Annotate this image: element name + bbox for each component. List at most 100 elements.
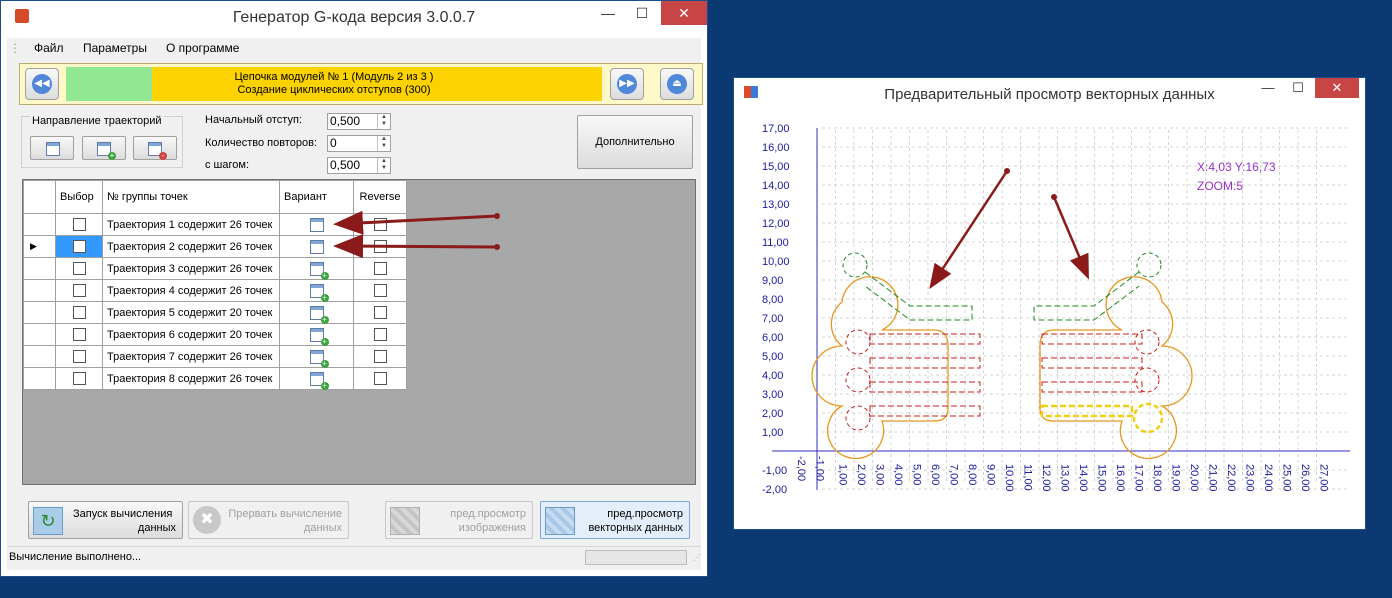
x-tick-label: 19,00	[1170, 464, 1182, 492]
preview-close-button[interactable]: ✕	[1315, 78, 1359, 98]
status-text: Вычисление выполнено...	[9, 551, 142, 563]
row-header[interactable]	[23, 323, 56, 346]
menu-file[interactable]: Файл	[34, 41, 64, 55]
preview-minimize-button[interactable]: —	[1253, 78, 1283, 100]
variant-cell[interactable]: +	[279, 301, 354, 324]
reverse-cell[interactable]	[353, 301, 407, 324]
calendar-add-icon[interactable]: +	[309, 349, 329, 368]
select-cell[interactable]	[55, 301, 103, 324]
abort-calc-button[interactable]: ✖ Прервать вычисление данных	[188, 501, 349, 539]
main-title-bar: Генератор G-кода версия 3.0.0.7 — ☐ ✕	[1, 1, 707, 34]
variant-cell[interactable]: +	[279, 323, 354, 346]
abort-calc-label-1: Прервать вычисление	[228, 508, 342, 520]
reverse-checkbox[interactable]	[373, 328, 387, 341]
x-tick-label: 2,00	[855, 464, 867, 485]
plus-badge-icon: +	[320, 336, 329, 346]
x-tick-label: 14,00	[1077, 464, 1089, 492]
cursor-coords: X:4,03 Y:16,73	[1197, 160, 1276, 174]
right-top-circle	[1136, 252, 1162, 278]
x-tick-label: 11,00	[1022, 464, 1034, 491]
reverse-cell[interactable]	[353, 323, 407, 346]
plus-badge-icon: +	[320, 314, 329, 324]
row-header[interactable]	[23, 301, 56, 324]
group-name-cell: Траектория 5 содержит 20 точек	[102, 301, 280, 324]
x-tick-label: 26,00	[1299, 464, 1311, 492]
maximize-button[interactable]: ☐	[625, 1, 659, 25]
row-header[interactable]	[23, 367, 56, 390]
x-tick-label: 27,00	[1318, 464, 1330, 492]
close-button[interactable]: ✕	[661, 1, 707, 25]
reverse-checkbox[interactable]	[373, 372, 387, 385]
row-header[interactable]	[23, 345, 56, 368]
x-neg-tick-label: -1,00	[814, 456, 826, 481]
preview-canvas[interactable]: 17,00 16,00 15,00 14,00 13,00 12,00 11,00 10,00…	[742, 110, 1357, 523]
x-tick-label: 3,00	[874, 464, 886, 485]
group-name-cell: Траектория 6 содержит 20 точек	[102, 323, 280, 346]
x-tick-label: 10,00	[1003, 464, 1015, 492]
table-row[interactable]: Траектория 6 содержит 20 точек +	[23, 323, 407, 346]
zoom-level: ZOOM:5	[1197, 179, 1243, 193]
vector-preview-icon	[545, 507, 575, 535]
group-name-cell: Траектория 8 содержит 26 точек	[102, 367, 280, 390]
table-row[interactable]: Траектория 8 содержит 26 точек +	[23, 367, 407, 390]
menu-params[interactable]: Параметры	[83, 41, 147, 55]
select-checkbox[interactable]	[72, 372, 86, 385]
select-cell[interactable]	[55, 367, 103, 390]
left-inner-trace	[869, 357, 981, 369]
abort-calc-label-2: данных	[303, 522, 342, 534]
x-tick-label: 1,00	[837, 464, 849, 485]
variant-cell[interactable]: +	[279, 345, 354, 368]
status-progress-bar	[585, 550, 687, 565]
reverse-cell[interactable]	[353, 367, 407, 390]
select-cell[interactable]	[55, 345, 103, 368]
menu-about[interactable]: О программе	[166, 41, 239, 55]
x-tick-label: 22,00	[1225, 464, 1237, 492]
x-tick-label: 25,00	[1281, 464, 1293, 492]
x-tick-label: 13,00	[1059, 464, 1071, 492]
select-checkbox[interactable]	[72, 328, 86, 341]
y-tick-label: 4,00	[762, 370, 783, 382]
left-inner-trace	[869, 381, 981, 393]
preview-image-label-1: пред.просмотр	[450, 508, 526, 520]
start-calc-label-1: Запуск вычисления	[73, 508, 173, 520]
x-tick-label: 17,00	[1133, 464, 1145, 492]
resize-grip-icon[interactable]: ⋰	[693, 553, 701, 562]
x-tick-label: 24,00	[1262, 464, 1274, 492]
x-tick-label: 9,00	[985, 464, 997, 485]
left-top-circle	[842, 252, 868, 278]
reverse-cell[interactable]	[353, 345, 407, 368]
reverse-checkbox[interactable]	[373, 306, 387, 319]
select-checkbox[interactable]	[72, 350, 86, 363]
reverse-checkbox[interactable]	[373, 350, 387, 363]
x-tick-label: 18,00	[1151, 464, 1163, 492]
main-window: Генератор G-кода версия 3.0.0.7 — ☐ ✕ ⋮ …	[0, 0, 708, 577]
main-client-area: ◀◀ Цепочка модулей № 1 (Модуль 2 из 3 ) …	[7, 58, 703, 570]
x-tick-label: 12,00	[1040, 464, 1052, 492]
group-name-cell: Траектория 7 содержит 26 точек	[102, 345, 280, 368]
select-checkbox[interactable]	[72, 306, 86, 319]
preview-maximize-button[interactable]: ☐	[1283, 78, 1313, 100]
minimize-button[interactable]: —	[591, 1, 625, 25]
start-calc-button[interactable]: ↻ Запуск вычисления данных	[28, 501, 183, 539]
x-neg-tick-label: -2,00	[795, 456, 807, 481]
arrow-to-row2	[333, 234, 498, 259]
image-preview-icon	[390, 507, 420, 535]
x-tick-label: 5,00	[911, 464, 923, 485]
plus-badge-icon: +	[320, 358, 329, 368]
calendar-add-icon[interactable]: +	[309, 327, 329, 346]
preview-image-button[interactable]: пред.просмотр изображения	[385, 501, 533, 539]
calendar-add-icon[interactable]: +	[309, 305, 329, 324]
y-tick-label: 7,00	[762, 313, 783, 325]
table-row[interactable]: Траектория 5 содержит 20 точек +	[23, 301, 407, 324]
vector-plot[interactable]: 17,00 16,00 15,00 14,00 13,00 12,00 11,00 10,00…	[742, 110, 1357, 510]
left-inner-circle	[845, 367, 871, 393]
select-cell[interactable]	[55, 323, 103, 346]
variant-cell[interactable]: +	[279, 367, 354, 390]
menu-grip-icon: ⋮	[9, 41, 21, 55]
table-row[interactable]: Траектория 7 содержит 26 точек +	[23, 345, 407, 368]
left-inner-trace	[869, 405, 981, 417]
calendar-add-icon[interactable]: +	[309, 371, 329, 390]
preview-window: Предварительный просмотр векторных данны…	[733, 77, 1366, 530]
x-tick-label: 4,00	[892, 464, 904, 485]
preview-vector-button[interactable]: пред.просмотр векторных данных	[540, 501, 690, 539]
